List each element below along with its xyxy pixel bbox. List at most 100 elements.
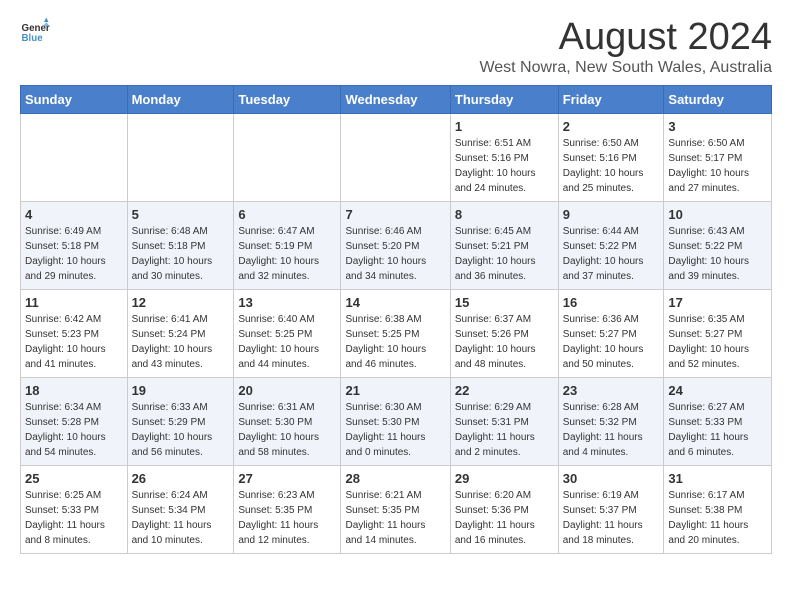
month-year-title: August 2024 [479,16,772,59]
day-info: Sunrise: 6:38 AMSunset: 5:25 PMDaylight:… [345,312,445,372]
table-row: 2 Sunrise: 6:50 AMSunset: 5:16 PMDaylight… [558,114,664,202]
day-info: Sunrise: 6:33 AMSunset: 5:29 PMDaylight:… [132,400,230,460]
day-info: Sunrise: 6:20 AMSunset: 5:36 PMDaylight:… [455,488,554,548]
day-info: Sunrise: 6:41 AMSunset: 5:24 PMDaylight:… [132,312,230,372]
day-number: 17 [668,295,767,310]
day-info: Sunrise: 6:21 AMSunset: 5:35 PMDaylight:… [345,488,445,548]
day-number: 18 [25,383,123,398]
day-number: 27 [238,471,336,486]
day-number: 4 [25,207,123,222]
table-row [21,114,128,202]
day-info: Sunrise: 6:48 AMSunset: 5:18 PMDaylight:… [132,224,230,284]
day-info: Sunrise: 6:17 AMSunset: 5:38 PMDaylight:… [668,488,767,548]
table-row: 27 Sunrise: 6:23 AMSunset: 5:35 PMDayligh… [234,466,341,554]
col-friday: Friday [558,86,664,114]
col-tuesday: Tuesday [234,86,341,114]
table-row: 13 Sunrise: 6:40 AMSunset: 5:25 PMDayligh… [234,290,341,378]
table-row: 16Sunrise: 6:36 AMSunset: 5:27 PMDayligh… [558,290,664,378]
day-number: 28 [345,471,445,486]
col-monday: Monday [127,86,234,114]
table-row [234,114,341,202]
day-info: Sunrise: 6:31 AMSunset: 5:30 PMDaylight:… [238,400,336,460]
svg-text:Blue: Blue [22,33,44,44]
day-number: 22 [455,383,554,398]
table-row: 9Sunrise: 6:44 AMSunset: 5:22 PMDaylight… [558,202,664,290]
day-info: Sunrise: 6:34 AMSunset: 5:28 PMDaylight:… [25,400,123,460]
day-number: 6 [238,207,336,222]
day-number: 29 [455,471,554,486]
day-info: Sunrise: 6:50 AMSunset: 5:16 PMDaylight:… [563,136,660,196]
day-info: Sunrise: 6:27 AMSunset: 5:33 PMDaylight:… [668,400,767,460]
day-info: Sunrise: 6:51 AMSunset: 5:16 PMDaylight:… [455,136,554,196]
calendar-week-row: 18 Sunrise: 6:34 AMSunset: 5:28 PMDayligh… [21,378,772,466]
day-number: 5 [132,207,230,222]
table-row: 25 Sunrise: 6:25 AMSunset: 5:33 PMDayligh… [21,466,128,554]
table-row: 26 Sunrise: 6:24 AMSunset: 5:34 PMDayligh… [127,466,234,554]
day-number: 3 [668,119,767,134]
table-row [127,114,234,202]
col-sunday: Sunday [21,86,128,114]
day-info: Sunrise: 6:35 AMSunset: 5:27 PMDaylight:… [668,312,767,372]
day-number: 14 [345,295,445,310]
table-row: 28 Sunrise: 6:21 AMSunset: 5:35 PMDayligh… [341,466,450,554]
table-row: 20 Sunrise: 6:31 AMSunset: 5:30 PMDayligh… [234,378,341,466]
calendar-table: Sunday Monday Tuesday Wednesday Thursday… [20,85,772,554]
location-subtitle: West Nowra, New South Wales, Australia [479,59,772,77]
day-number: 19 [132,383,230,398]
day-number: 13 [238,295,336,310]
day-info: Sunrise: 6:28 AMSunset: 5:32 PMDaylight:… [563,400,660,460]
day-info: Sunrise: 6:30 AMSunset: 5:30 PMDaylight:… [345,400,445,460]
calendar-week-row: 25 Sunrise: 6:25 AMSunset: 5:33 PMDayligh… [21,466,772,554]
day-number: 23 [563,383,660,398]
table-row: 17 Sunrise: 6:35 AMSunset: 5:27 PMDayligh… [664,290,772,378]
table-row: 4 Sunrise: 6:49 AMSunset: 5:18 PMDaylight… [21,202,128,290]
day-info: Sunrise: 6:45 AMSunset: 5:21 PMDaylight:… [455,224,554,284]
day-number: 2 [563,119,660,134]
day-number: 16 [563,295,660,310]
table-row: 14 Sunrise: 6:38 AMSunset: 5:25 PMDayligh… [341,290,450,378]
table-row: 22 Sunrise: 6:29 AMSunset: 5:31 PMDayligh… [450,378,558,466]
table-row: 11Sunrise: 6:42 AMSunset: 5:23 PMDayligh… [21,290,128,378]
day-number: 9 [563,207,660,222]
day-info: Sunrise: 6:49 AMSunset: 5:18 PMDaylight:… [25,224,123,284]
day-info: Sunrise: 6:23 AMSunset: 5:35 PMDaylight:… [238,488,336,548]
table-row: 31Sunrise: 6:17 AMSunset: 5:38 PMDayligh… [664,466,772,554]
day-number: 1 [455,119,554,134]
title-block: August 2024 West Nowra, New South Wales,… [479,16,772,77]
logo-icon: General Blue [20,16,50,46]
col-saturday: Saturday [664,86,772,114]
day-number: 20 [238,383,336,398]
day-info: Sunrise: 6:25 AMSunset: 5:33 PMDaylight:… [25,488,123,548]
day-info: Sunrise: 6:43 AMSunset: 5:22 PMDaylight:… [668,224,767,284]
table-row: 21Sunrise: 6:30 AMSunset: 5:30 PMDayligh… [341,378,450,466]
table-row: 6Sunrise: 6:47 AMSunset: 5:19 PMDaylight… [234,202,341,290]
table-row: 23 Sunrise: 6:28 AMSunset: 5:32 PMDayligh… [558,378,664,466]
calendar-week-row: 1 Sunrise: 6:51 AMSunset: 5:16 PMDaylight… [21,114,772,202]
day-info: Sunrise: 6:42 AMSunset: 5:23 PMDaylight:… [25,312,123,372]
day-number: 24 [668,383,767,398]
table-row [341,114,450,202]
day-number: 7 [345,207,445,222]
day-info: Sunrise: 6:40 AMSunset: 5:25 PMDaylight:… [238,312,336,372]
logo: General Blue [20,16,54,46]
table-row: 30Sunrise: 6:19 AMSunset: 5:37 PMDayligh… [558,466,664,554]
table-row: 15 Sunrise: 6:37 AMSunset: 5:26 PMDayligh… [450,290,558,378]
table-row: 19 Sunrise: 6:33 AMSunset: 5:29 PMDayligh… [127,378,234,466]
calendar-week-row: 11Sunrise: 6:42 AMSunset: 5:23 PMDayligh… [21,290,772,378]
day-info: Sunrise: 6:50 AMSunset: 5:17 PMDaylight:… [668,136,767,196]
day-info: Sunrise: 6:37 AMSunset: 5:26 PMDaylight:… [455,312,554,372]
day-info: Sunrise: 6:19 AMSunset: 5:37 PMDaylight:… [563,488,660,548]
day-number: 26 [132,471,230,486]
table-row: 7 Sunrise: 6:46 AMSunset: 5:20 PMDaylight… [341,202,450,290]
table-row: 29 Sunrise: 6:20 AMSunset: 5:36 PMDayligh… [450,466,558,554]
table-row: 18 Sunrise: 6:34 AMSunset: 5:28 PMDayligh… [21,378,128,466]
table-row: 1 Sunrise: 6:51 AMSunset: 5:16 PMDaylight… [450,114,558,202]
day-info: Sunrise: 6:46 AMSunset: 5:20 PMDaylight:… [345,224,445,284]
day-info: Sunrise: 6:24 AMSunset: 5:34 PMDaylight:… [132,488,230,548]
day-number: 25 [25,471,123,486]
calendar-header-row: Sunday Monday Tuesday Wednesday Thursday… [21,86,772,114]
table-row: 10Sunrise: 6:43 AMSunset: 5:22 PMDayligh… [664,202,772,290]
day-info: Sunrise: 6:29 AMSunset: 5:31 PMDaylight:… [455,400,554,460]
day-number: 15 [455,295,554,310]
table-row: 5 Sunrise: 6:48 AMSunset: 5:18 PMDaylight… [127,202,234,290]
